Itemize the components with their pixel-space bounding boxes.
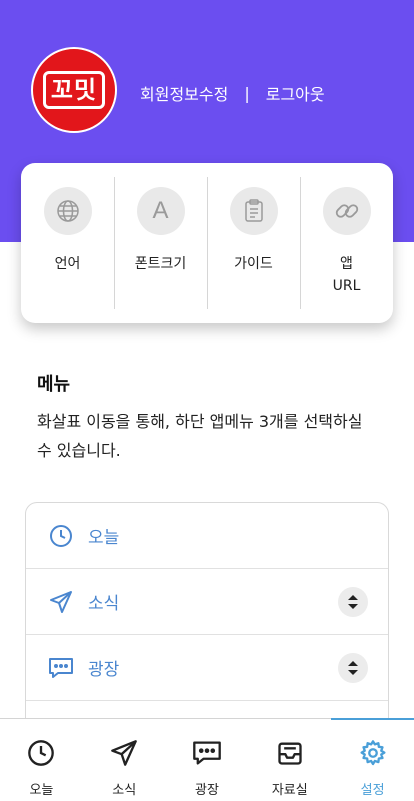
- logo-text: 꼬밋: [42, 71, 106, 109]
- archive-icon: [276, 739, 304, 771]
- quick-setting-app-url[interactable]: 앱 URL: [300, 163, 393, 323]
- menu-order-list: 오늘 소식 광장: [25, 502, 389, 732]
- tab-label: 오늘: [29, 783, 54, 798]
- clipboard-icon: [229, 187, 278, 235]
- chat-icon: [192, 739, 222, 771]
- menu-item-label: 오늘: [88, 528, 120, 548]
- gear-icon: [359, 739, 387, 771]
- app-logo: 꼬밋: [31, 47, 117, 133]
- font-size-icon: A: [136, 187, 185, 235]
- quick-setting-language[interactable]: 언어: [21, 163, 114, 323]
- tab-label: 자료실: [271, 783, 308, 798]
- quick-setting-font-size[interactable]: A 폰트크기: [114, 163, 207, 323]
- logout-link[interactable]: 로그아웃: [266, 81, 325, 105]
- sort-handle-icon[interactable]: [338, 652, 368, 683]
- header-links: 회원정보수정 | 로그아웃: [140, 81, 325, 105]
- edit-profile-link[interactable]: 회원정보수정: [140, 81, 228, 105]
- send-icon: [110, 739, 138, 771]
- quick-setting-label: 폰트크기: [134, 256, 187, 272]
- menu-item-label: 소식: [88, 594, 120, 614]
- bottom-tab-bar: 오늘 소식 광장 자료실 설정: [0, 718, 414, 801]
- globe-icon: [43, 187, 92, 235]
- menu-item-news[interactable]: 소식: [26, 569, 388, 635]
- tab-label: 소식: [112, 783, 137, 798]
- sort-handle-icon[interactable]: [338, 586, 368, 617]
- quick-setting-label: 언어: [54, 256, 81, 272]
- quick-setting-label: 가이드: [234, 256, 273, 272]
- tab-archive[interactable]: 자료실: [248, 719, 331, 801]
- menu-description: 화살표 이동을 통해, 하단 앱메뉴 3개를 선택하실 수 있습니다.: [37, 412, 363, 460]
- header-separator: |: [244, 83, 250, 103]
- menu-item-today[interactable]: 오늘: [26, 503, 388, 569]
- tab-settings[interactable]: 설정: [331, 718, 414, 801]
- tab-label: 설정: [360, 783, 385, 798]
- tab-today[interactable]: 오늘: [0, 719, 83, 801]
- menu-title: 메뉴: [37, 374, 71, 395]
- menu-item-label: 광장: [88, 660, 120, 680]
- quick-setting-label: 앱 URL: [332, 256, 361, 294]
- clock-icon: [27, 739, 55, 771]
- quick-settings-card: 언어 A 폰트크기 가이드 앱 URL: [21, 163, 393, 323]
- link-icon: [322, 187, 371, 235]
- tab-news[interactable]: 소식: [83, 719, 166, 801]
- tab-plaza[interactable]: 광장: [166, 719, 249, 801]
- quick-setting-guide[interactable]: 가이드: [207, 163, 300, 323]
- menu-item-plaza[interactable]: 광장: [26, 635, 388, 701]
- clock-icon: [48, 523, 74, 549]
- chat-icon: [48, 655, 74, 681]
- send-icon: [48, 589, 74, 615]
- tab-label: 광장: [195, 783, 219, 798]
